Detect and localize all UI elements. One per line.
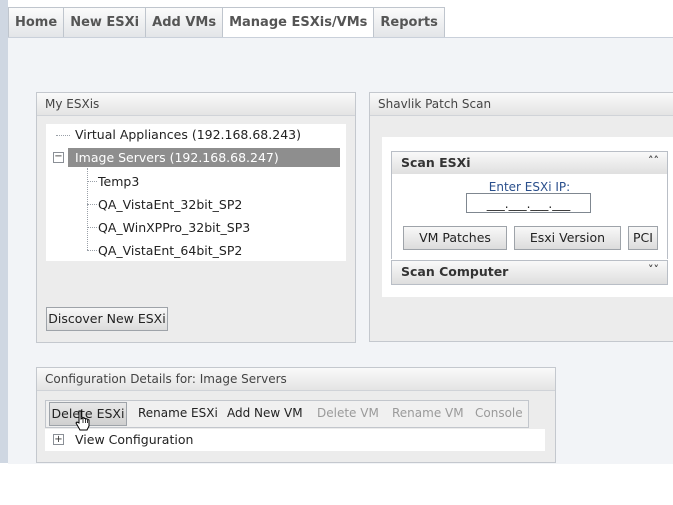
tree-connector (87, 204, 97, 205)
config-details-title: Configuration Details for: Image Servers (37, 368, 555, 391)
vm-patches-button[interactable]: VM Patches (403, 226, 507, 250)
scan-esxi-header[interactable]: Scan ESXi ˄˄ (391, 151, 668, 176)
scan-computer-label: Scan Computer (401, 264, 509, 279)
chevron-down-icon[interactable]: ˅˅ (648, 263, 659, 276)
discover-new-esxi-button[interactable]: Discover New ESXi (46, 307, 168, 331)
my-esxis-panel: My ESXis Virtual Appliances (192.168.68.… (36, 92, 356, 343)
scan-esxi-label: Scan ESXi (401, 155, 471, 170)
esxi-version-button[interactable]: Esxi Version (514, 226, 621, 250)
tab-add-vms[interactable]: Add VMs (145, 7, 224, 37)
esxi-tree: Virtual Appliances (192.168.68.243) − Im… (46, 124, 346, 261)
tree-node-temp3[interactable]: Temp3 (98, 174, 139, 189)
patch-scan-title: Shavlik Patch Scan (370, 93, 673, 116)
rename-vm-button[interactable]: Rename VM (392, 401, 464, 425)
my-esxis-title: My ESXis (37, 93, 355, 116)
esxi-ip-input[interactable]: ___.___.___.___ (466, 193, 591, 213)
delete-vm-button[interactable]: Delete VM (317, 401, 379, 425)
tab-manage-esxis-vms[interactable]: Manage ESXis/VMs (222, 7, 375, 38)
tree-node-qa-vistaent-32bit[interactable]: QA_VistaEnt_32bit_SP2 (98, 197, 242, 212)
expand-icon[interactable]: + (53, 434, 64, 445)
patch-scan-panel: Shavlik Patch Scan Scan ESXi ˄˄ Enter ES… (369, 92, 673, 342)
pci-button[interactable]: PCI (628, 226, 658, 250)
console-button[interactable]: Console (475, 401, 523, 425)
tab-reports[interactable]: Reports (373, 7, 445, 37)
scan-esxi-body: Enter ESXi IP: ___.___.___.___ VM Patche… (391, 174, 668, 259)
main-tabs: Home New ESXi Add VMs Manage ESXis/VMs R… (8, 7, 445, 38)
tree-node-qa-winxppro-32bit[interactable]: QA_WinXPPro_32bit_SP3 (98, 220, 250, 235)
tree-connector (87, 227, 97, 228)
tab-new-esxi[interactable]: New ESXi (63, 7, 147, 37)
view-configuration-node[interactable]: View Configuration (75, 432, 193, 447)
scan-computer-header[interactable]: Scan Computer ˅˅ (391, 260, 668, 285)
tree-connector (87, 250, 97, 251)
rename-esxi-button[interactable]: Rename ESXi (138, 401, 218, 425)
add-new-vm-button[interactable]: Add New VM (227, 401, 303, 425)
hand-cursor-icon (75, 410, 90, 431)
ip-label: Enter ESXi IP: (488, 180, 571, 194)
tab-home[interactable]: Home (8, 7, 65, 37)
config-toolbar: Delete ESXi Rename ESXi Add New VM Delet… (45, 400, 529, 428)
tree-connector (56, 135, 70, 136)
config-details-panel: Configuration Details for: Image Servers… (36, 367, 556, 463)
tree-node-qa-vistaent-64bit[interactable]: QA_VistaEnt_64bit_SP2 (98, 243, 242, 258)
tree-node-virtual-appliances[interactable]: Virtual Appliances (192.168.68.243) (75, 127, 301, 142)
chevron-up-icon[interactable]: ˄˄ (648, 154, 659, 167)
config-tree: + View Configuration (45, 429, 545, 451)
tree-connector (87, 181, 97, 182)
tree-node-image-servers[interactable]: Image Servers (192.168.68.247) (68, 148, 340, 167)
collapse-icon[interactable]: − (53, 152, 64, 163)
left-edge-bar (0, 0, 8, 463)
